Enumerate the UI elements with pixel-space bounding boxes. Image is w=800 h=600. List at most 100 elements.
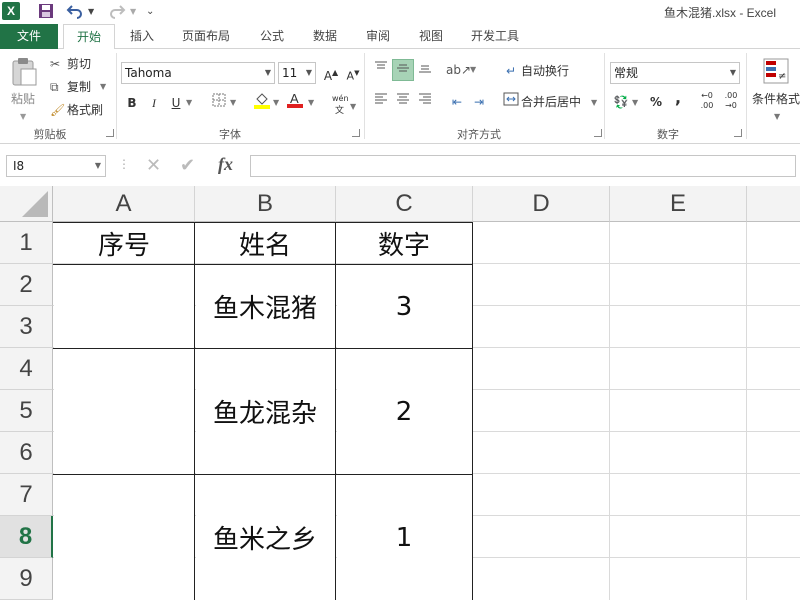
align-top-icon[interactable] [370,59,392,81]
cell-c1[interactable]: 数字 [336,223,472,264]
merge-center-button[interactable]: 合并后居中 [521,92,581,112]
increase-font-icon[interactable]: A▲ [320,62,342,84]
decrease-font-icon[interactable]: A▼ [342,62,364,84]
tab-page-layout[interactable]: 页面布局 [175,24,237,49]
tab-insert[interactable]: 插入 [122,24,162,49]
font-launcher-icon[interactable] [352,129,360,137]
column-header-f[interactable] [747,186,800,222]
cell-a4-merged[interactable] [54,349,194,474]
underline-dropdown-icon[interactable]: ▼ [186,93,192,113]
increase-decimal-icon[interactable]: ←0.00 [696,91,718,113]
column-header-d[interactable]: D [473,186,610,222]
cell-a7-merged[interactable] [54,475,194,600]
row-header-6[interactable]: 6 [0,432,53,474]
cancel-icon[interactable]: ✕ [146,155,161,176]
copy-icon[interactable]: ⧉ [50,77,66,97]
row-header-9[interactable]: 9 [0,558,53,600]
paste-icon[interactable] [10,57,38,87]
font-size-combo[interactable]: 11 ▼ [278,62,316,84]
tab-home[interactable]: 开始 [63,24,115,50]
conditional-format-button[interactable]: 条件格式 [752,89,800,109]
cell-b4-merged[interactable]: 鱼龙混杂 [195,349,335,474]
column-header-b[interactable]: B [195,186,336,222]
accounting-dropdown-icon[interactable]: ▼ [632,93,638,113]
tab-review[interactable]: 审阅 [358,24,398,49]
decrease-decimal-icon[interactable]: .00 →0 [720,91,742,113]
tab-file[interactable]: 文件 [0,24,58,49]
wrap-text-icon[interactable]: ↵ [500,60,522,82]
cell-a1[interactable]: 序号 [54,223,194,264]
number-format-combo[interactable]: 常规 ▼ [610,62,740,84]
align-center-icon[interactable] [392,91,414,113]
italic-button[interactable]: I [143,92,165,114]
font-name-combo[interactable]: Tahoma ▼ [121,62,275,84]
font-color-icon[interactable]: A [284,90,306,112]
row-header-7[interactable]: 7 [0,474,53,516]
copy-button[interactable]: 复制 [67,77,91,97]
borders-icon[interactable] [208,92,230,114]
save-icon[interactable] [38,3,54,21]
merge-center-icon[interactable] [500,91,522,113]
cell-b7-merged[interactable]: 鱼米之乡 [195,475,335,600]
row-header-2[interactable]: 2 [0,264,53,306]
enter-icon[interactable]: ✔ [180,155,195,176]
cell-c7-merged[interactable]: 1 [336,475,472,600]
row-header-3[interactable]: 3 [0,306,53,348]
increase-indent-icon[interactable]: ⇥ [468,91,490,113]
align-left-icon[interactable] [370,91,392,113]
format-painter-icon[interactable]: 🖌 [50,100,66,120]
align-middle-icon[interactable] [392,59,414,81]
phonetic-icon[interactable]: 文 [335,101,344,121]
tab-formulas[interactable]: 公式 [252,24,292,49]
undo-dropdown-icon[interactable]: ▼ [88,3,94,21]
align-right-icon[interactable] [414,91,436,113]
conditional-dropdown-icon[interactable]: ▼ [774,107,780,127]
accounting-format-icon[interactable]: 💱 [610,91,632,113]
column-header-a[interactable]: A [53,186,195,222]
number-launcher-icon[interactable] [734,129,742,137]
column-header-c[interactable]: C [336,186,473,222]
row-header-1[interactable]: 1 [0,222,53,264]
cell-c4-merged[interactable]: 2 [336,349,472,474]
redo-icon[interactable] [108,3,126,21]
orientation-icon[interactable]: ab↗ [446,59,471,81]
font-color-dropdown-icon[interactable]: ▼ [308,93,314,113]
tab-developer[interactable]: 开发工具 [464,24,526,49]
paste-button[interactable]: 粘贴 [11,89,35,109]
borders-dropdown-icon[interactable]: ▼ [230,93,236,113]
cell-c2-merged[interactable]: 3 [336,265,472,348]
clipboard-launcher-icon[interactable] [106,129,114,137]
align-bottom-icon[interactable] [414,59,436,81]
wrap-text-button[interactable]: 自动换行 [521,61,569,81]
format-painter-button[interactable]: 格式刷 [67,100,103,120]
customize-toolbar-icon[interactable]: ⌄ [146,3,154,21]
conditional-format-icon[interactable]: ≠ [762,57,790,85]
formula-input[interactable] [250,155,796,177]
cell-b2-merged[interactable]: 鱼木混猪 [195,265,335,348]
row-header-8[interactable]: 8 [0,516,53,558]
row-header-5[interactable]: 5 [0,390,53,432]
cut-button[interactable]: 剪切 [67,54,91,74]
orientation-dropdown-icon[interactable]: ▼ [470,60,476,80]
copy-dropdown-icon[interactable]: ▼ [100,77,106,97]
tab-view[interactable]: 视图 [411,24,451,49]
name-box[interactable]: I8 ▼ [6,155,106,177]
bold-button[interactable]: B [121,92,143,114]
fill-color-dropdown-icon[interactable]: ▼ [273,93,279,113]
select-all-corner[interactable] [0,186,53,222]
cell-a2-merged[interactable] [54,265,194,348]
alignment-launcher-icon[interactable] [594,129,602,137]
insert-function-icon[interactable]: fx [218,154,233,175]
percent-button[interactable]: % [645,91,667,113]
decrease-indent-icon[interactable]: ⇤ [446,91,468,113]
column-header-e[interactable]: E [610,186,747,222]
redo-dropdown-icon[interactable]: ▼ [130,3,136,21]
cell-b1[interactable]: 姓名 [195,223,335,264]
row-header-4[interactable]: 4 [0,348,53,390]
underline-button[interactable]: U [165,92,187,114]
undo-icon[interactable] [66,3,84,21]
merge-dropdown-icon[interactable]: ▼ [591,93,597,113]
phonetic-dropdown-icon[interactable]: ▼ [350,97,356,117]
cut-icon[interactable]: ✂ [50,54,66,74]
tab-data[interactable]: 数据 [305,24,345,49]
